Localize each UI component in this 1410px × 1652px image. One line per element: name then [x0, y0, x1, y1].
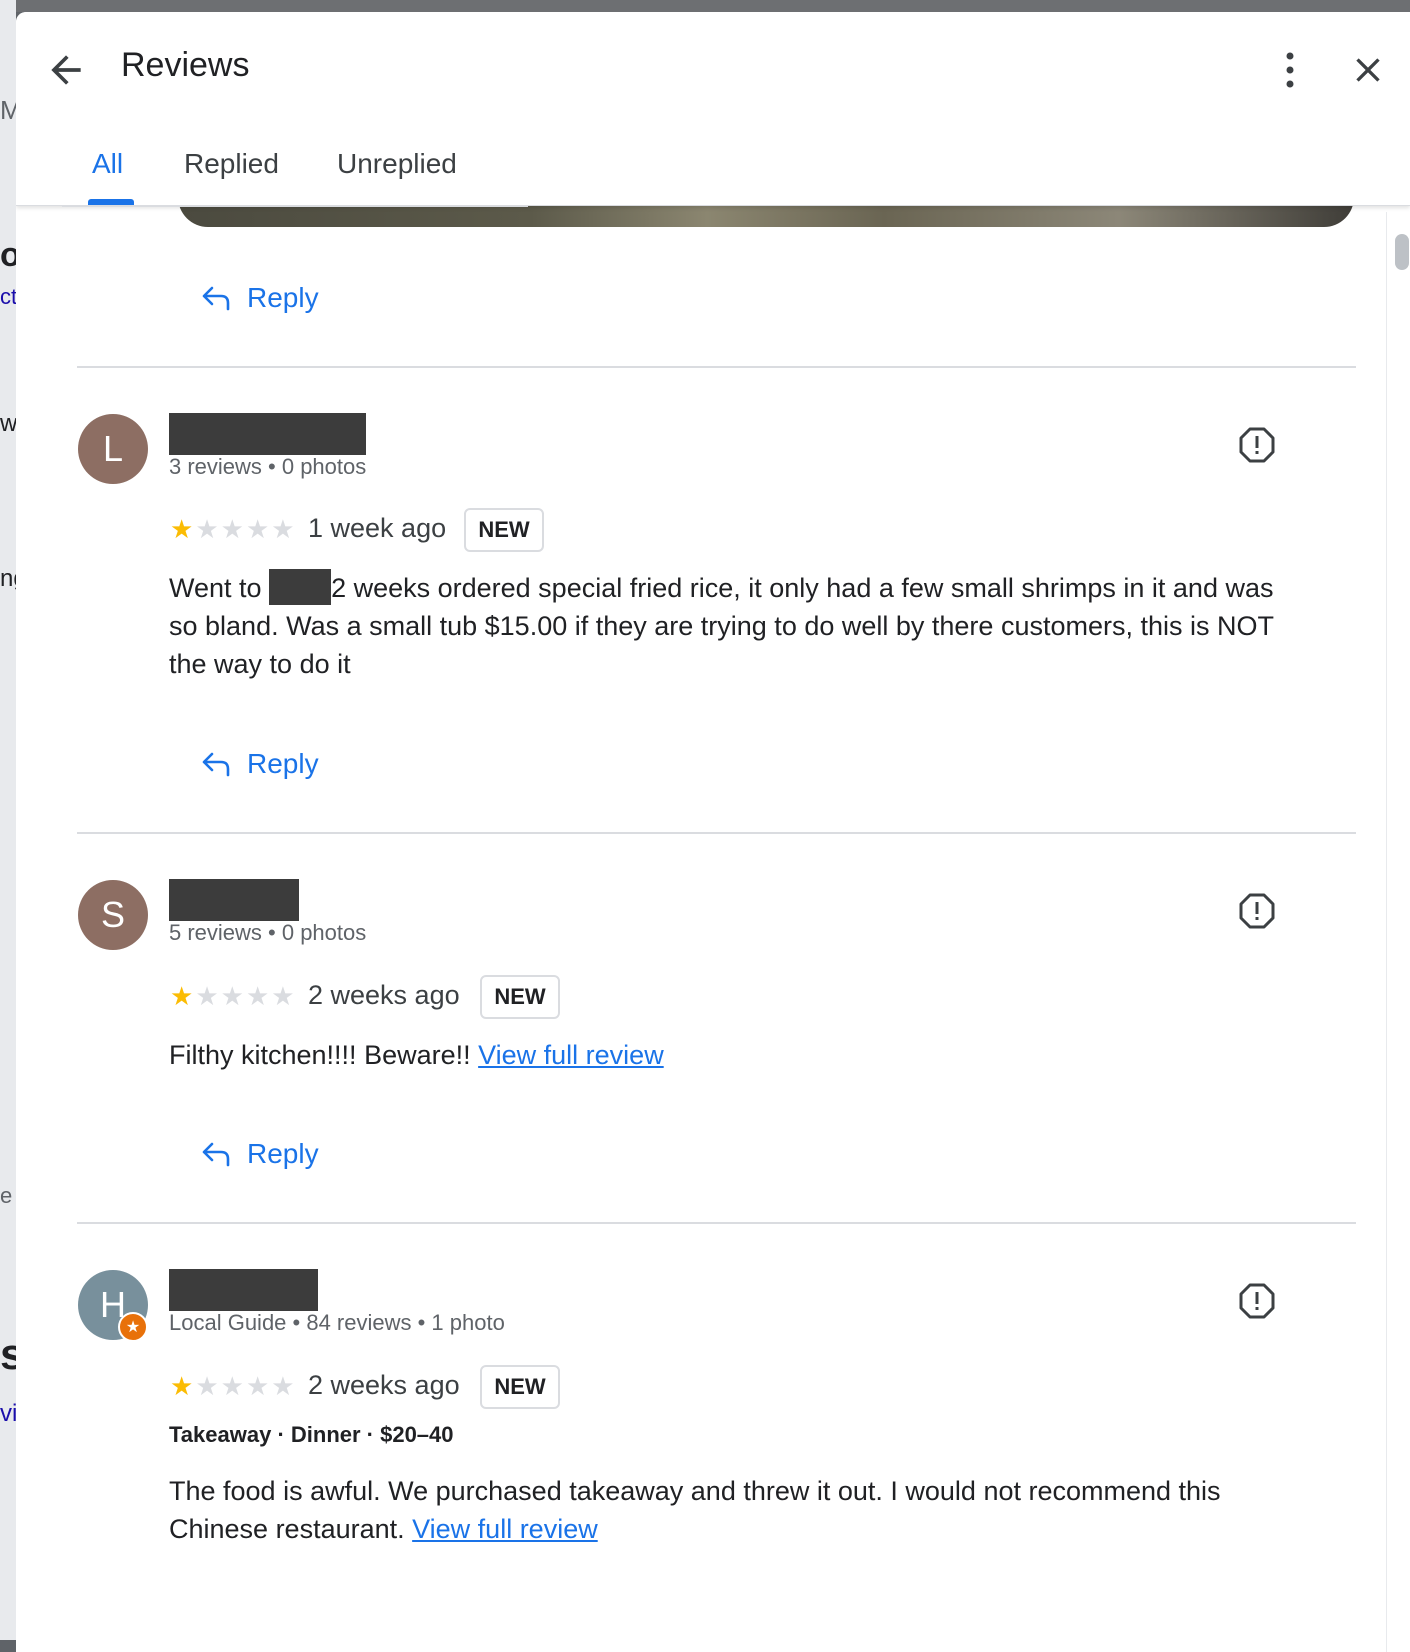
more-vert-icon [1286, 52, 1294, 88]
star-rating: ★ ★ ★ ★ ★ [170, 1373, 295, 1399]
star-filled-icon: ★ [170, 981, 194, 1011]
star-empty-icon: ★ [220, 1371, 244, 1401]
reply-icon [202, 286, 230, 311]
reply-button[interactable]: Reply [201, 278, 319, 318]
report-icon [1239, 427, 1275, 463]
report-icon [1239, 893, 1275, 929]
more-options-button[interactable] [1276, 48, 1304, 92]
reply-button[interactable]: Reply [201, 744, 319, 784]
close-button[interactable] [1348, 50, 1388, 90]
star-empty-icon: ★ [245, 1371, 270, 1401]
local-guide-star-icon: ★ [118, 1312, 148, 1342]
avatar[interactable]: S [78, 880, 148, 950]
star-empty-icon: ★ [271, 514, 295, 544]
reply-label: Reply [247, 1138, 319, 1169]
star-empty-icon: ★ [195, 1371, 219, 1401]
reviewer-name-redacted[interactable] [169, 1269, 318, 1311]
reviewer-meta: Local Guide • 84 reviews • 1 photo [169, 1310, 505, 1335]
review-time: 1 week ago [308, 513, 447, 543]
background-text: e [0, 1183, 13, 1208]
review-tabs: All Replied Unreplied [62, 130, 528, 207]
review-time: 2 weeks ago [308, 980, 460, 1010]
review-text: The food is awful. We purchased takeaway… [169, 1476, 1221, 1544]
divider [77, 366, 1356, 368]
dialog-header: Reviews All Replied Unreplied [16, 12, 1410, 207]
close-icon [1356, 58, 1380, 82]
reply-icon [202, 1142, 230, 1167]
star-empty-icon: ★ [271, 1371, 295, 1401]
scrollbar-thumb[interactable] [1395, 234, 1409, 270]
tab-replied[interactable]: Replied [184, 148, 279, 180]
star-empty-icon: ★ [245, 981, 270, 1011]
reply-label: Reply [247, 748, 319, 779]
reviewer-name-redacted[interactable] [169, 413, 366, 455]
view-full-review-link[interactable]: View full review [412, 1514, 598, 1544]
star-filled-icon: ★ [170, 1371, 194, 1401]
reviewer-name-redacted[interactable] [169, 879, 299, 921]
reply-icon [202, 752, 230, 777]
review-text: Went to 2 weeks ordered special fried ri… [169, 569, 1299, 683]
star-rating: ★ ★ ★ ★ ★ [170, 983, 295, 1009]
report-review-button[interactable] [1238, 426, 1276, 464]
report-review-button[interactable] [1238, 1282, 1276, 1320]
redacted-text [269, 569, 332, 605]
reviewer-meta: 3 reviews • 0 photos [169, 454, 367, 479]
background-topbar [0, 0, 1410, 12]
star-empty-icon: ★ [220, 981, 244, 1011]
star-empty-icon: ★ [271, 981, 295, 1011]
view-full-review-link[interactable]: View full review [478, 1040, 664, 1070]
divider [77, 832, 1356, 834]
tab-unreplied[interactable]: Unreplied [337, 148, 457, 180]
reviewer-meta: 5 reviews • 0 photos [169, 920, 367, 945]
star-empty-icon: ★ [220, 514, 244, 544]
reply-label: Reply [247, 282, 319, 313]
reply-button[interactable]: Reply [201, 1134, 319, 1174]
new-badge: NEW [480, 975, 560, 1019]
dialog-title: Reviews [121, 46, 250, 84]
back-button[interactable] [44, 48, 88, 92]
star-rating: ★ ★ ★ ★ ★ [170, 516, 295, 542]
star-empty-icon: ★ [245, 514, 270, 544]
new-badge: NEW [480, 1365, 560, 1409]
tab-all[interactable]: All [92, 148, 123, 180]
new-badge: NEW [464, 508, 544, 552]
report-review-button[interactable] [1238, 892, 1276, 930]
arrow-back-icon [51, 55, 81, 85]
star-filled-icon: ★ [170, 514, 194, 544]
star-empty-icon: ★ [195, 981, 219, 1011]
scrollbar-track[interactable] [1386, 212, 1410, 1652]
review-tags: Takeaway · Dinner · $20–40 [169, 1422, 454, 1447]
avatar[interactable]: L [78, 414, 148, 484]
review-text: Filthy kitchen!!!! Beware!! View full re… [169, 1040, 664, 1070]
report-icon [1239, 1283, 1275, 1319]
reviews-dialog: Reviews All Replied Unreplied Reply L 3 … [16, 12, 1410, 1652]
active-tab-indicator [88, 199, 134, 205]
star-empty-icon: ★ [195, 514, 219, 544]
divider [77, 1222, 1356, 1224]
background-link: ct [0, 284, 18, 309]
review-time: 2 weeks ago [308, 1370, 460, 1400]
